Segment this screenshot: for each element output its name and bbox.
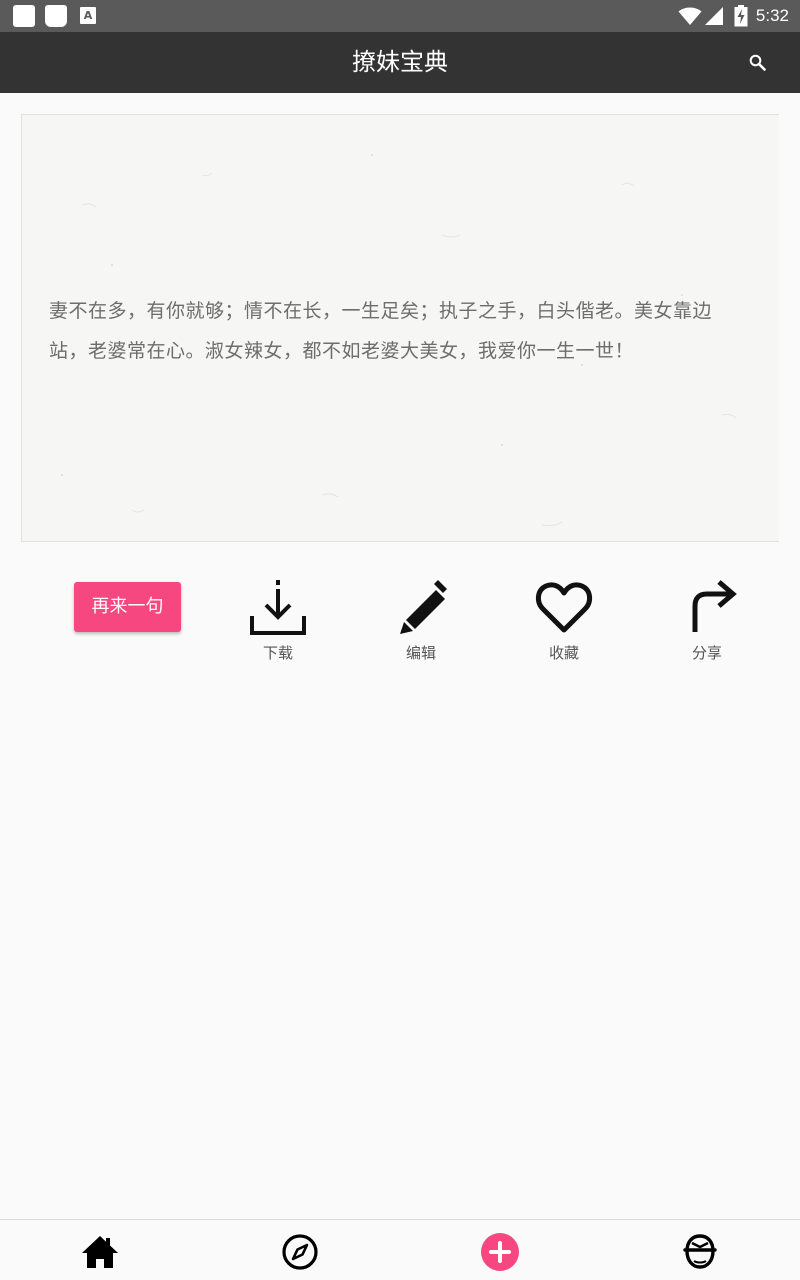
download-label: 下载 — [262, 644, 293, 662]
another-quote-button[interactable]: 再来一句 — [74, 582, 181, 632]
edit-button[interactable]: 编辑 — [381, 576, 461, 666]
app-bar: 撩妹宝典 — [0, 32, 800, 93]
battery-charging-icon — [734, 5, 748, 27]
profile-icon[interactable] — [680, 1232, 720, 1272]
home-icon[interactable] — [80, 1232, 120, 1272]
pencil-icon — [400, 580, 447, 634]
edit-label: 编辑 — [405, 644, 436, 662]
share-button[interactable]: 分享 — [667, 576, 747, 666]
status-time: 5:32 — [755, 6, 789, 25]
download-icon — [250, 580, 306, 635]
status-indicators: 5:32 — [678, 0, 800, 32]
add-icon[interactable] — [480, 1232, 520, 1272]
quote-card: 妻不在多，有你就够；情不在长，一生足矣；执子之手，白头偕老。美女靠边站，老婆常在… — [21, 114, 779, 542]
share-arrow-icon — [692, 580, 737, 632]
share-label: 分享 — [691, 644, 722, 662]
notification-a-icon: A — [80, 7, 96, 24]
heart-icon — [536, 582, 592, 633]
status-bar: A 5:32 — [0, 0, 800, 32]
notification-square-icon — [13, 5, 35, 27]
page-title: 撩妹宝典 — [352, 48, 448, 76]
signal-icon — [704, 7, 723, 25]
notification-rounded-icon — [45, 5, 67, 27]
download-button[interactable]: 下载 — [238, 576, 318, 666]
wifi-icon — [678, 7, 702, 25]
compass-icon[interactable] — [280, 1232, 320, 1272]
quote-text: 妻不在多，有你就够；情不在长，一生足矣；执子之手，白头偕老。美女靠边站，老婆常在… — [49, 300, 713, 362]
favorite-button[interactable]: 收藏 — [524, 576, 604, 666]
favorite-label: 收藏 — [548, 644, 579, 662]
bottom-navigation — [0, 1219, 800, 1280]
search-icon[interactable] — [746, 51, 770, 75]
